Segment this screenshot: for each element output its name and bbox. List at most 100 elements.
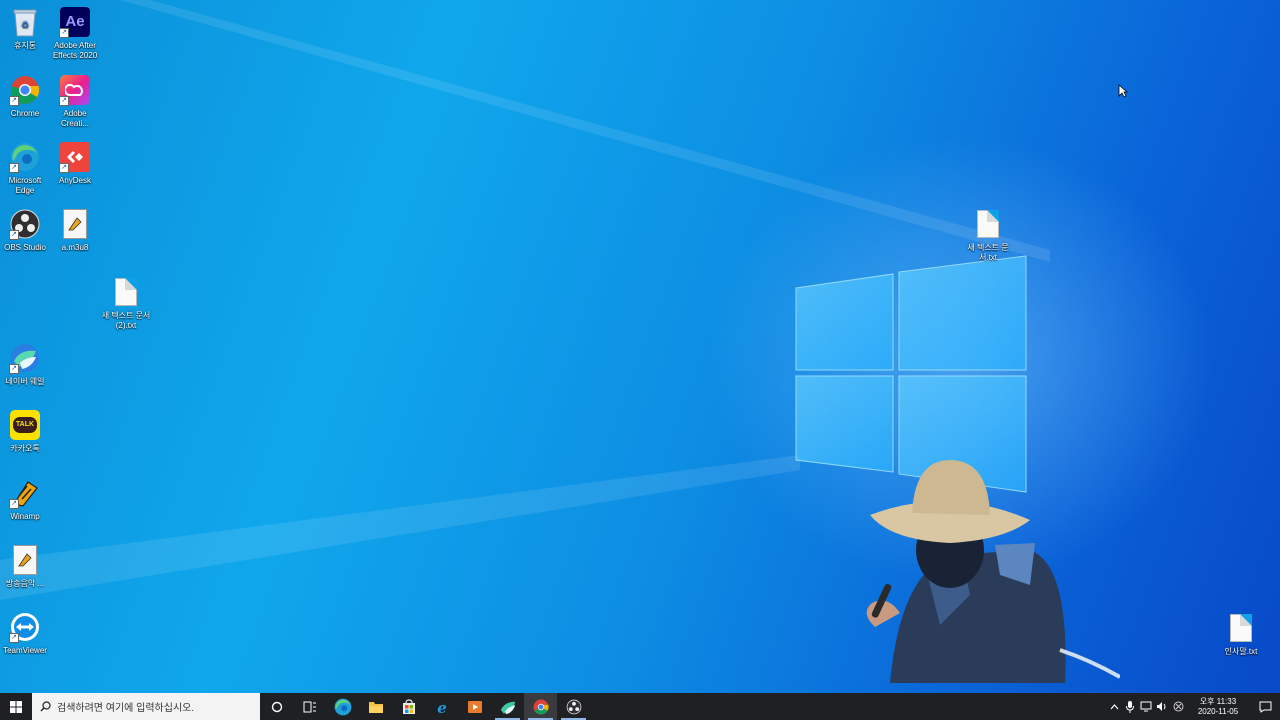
taskbar-whale[interactable] xyxy=(491,693,524,720)
desktop-icon-obs[interactable]: ↗ OBS Studio xyxy=(0,208,50,253)
text-file-icon xyxy=(110,276,142,308)
icon-label: 카카오톡 xyxy=(10,444,40,453)
desktop-icon-creative-cloud[interactable]: ↗ Adobe Creati... xyxy=(50,74,100,129)
shortcut-arrow-icon: ↗ xyxy=(9,364,19,374)
icon-label: Microsoft Edge xyxy=(8,176,42,195)
icon-label: TeamViewer xyxy=(3,646,47,655)
taskbar-media-player[interactable] xyxy=(458,693,491,720)
taskbar-search-box[interactable]: 검색하려면 여기에 입력하십시오. xyxy=(32,693,260,720)
edge-icon: ↗ xyxy=(9,141,41,173)
talk-logo-text: TALK xyxy=(12,417,38,433)
media-player-icon xyxy=(467,700,482,713)
shortcut-arrow-icon: ↗ xyxy=(9,633,19,643)
kakaotalk-icon: TALK xyxy=(9,409,41,441)
after-effects-icon: Ae ↗ xyxy=(59,6,91,38)
taskbar-ie[interactable]: e xyxy=(425,693,458,720)
volume-tray-button[interactable] xyxy=(1154,693,1170,720)
icon-label: Chrome xyxy=(10,109,40,118)
desktop-icon-whale[interactable]: ↗ 네이버 웨일 xyxy=(0,342,50,387)
icon-label: 새 텍스트 문서 (2).txt xyxy=(101,311,151,330)
icon-label: 휴지통 xyxy=(13,41,37,50)
show-hidden-icons-button[interactable] xyxy=(1106,693,1122,720)
taskbar: 검색하려면 여기에 입력하십시오. e 오후 11:33 2020-11-05 xyxy=(0,693,1280,720)
taskbar-edge[interactable] xyxy=(326,693,359,720)
chrome-icon xyxy=(533,699,549,714)
desktop-icon-teamviewer[interactable]: ↗ TeamViewer xyxy=(0,611,50,656)
volume-icon xyxy=(1157,702,1166,711)
blocked-status-icon xyxy=(1173,701,1183,712)
winamp-icon: ↗ xyxy=(9,477,41,509)
desktop-icon-new-text[interactable]: 새 텍스트 문서.txt xyxy=(963,208,1013,263)
icon-label: 새 텍스트 문서.txt xyxy=(967,243,1009,262)
obs-icon xyxy=(566,699,581,714)
search-icon xyxy=(40,701,51,712)
whale-icon xyxy=(500,701,515,714)
desktop-icon-winamp[interactable]: ↗ Winamp xyxy=(0,477,50,522)
store-icon xyxy=(402,698,415,714)
svg-text:♻: ♻ xyxy=(21,21,29,31)
icon-label: 인사말.txt xyxy=(1224,647,1258,656)
shortcut-arrow-icon: ↗ xyxy=(9,96,19,106)
network-tray-button[interactable] xyxy=(1138,693,1154,720)
desktop-icon-recycle-bin[interactable]: ♻ 휴지통 xyxy=(0,6,50,51)
system-tray: 오후 11:33 2020-11-05 xyxy=(1106,693,1280,720)
icon-label: 방송음악 ... xyxy=(5,579,45,588)
icon-label: AnyDesk xyxy=(58,176,91,185)
shortcut-arrow-icon: ↗ xyxy=(59,28,69,38)
chrome-icon: ↗ xyxy=(9,74,41,106)
playlist-file-icon xyxy=(9,544,41,576)
desktop-icon-after-effects[interactable]: Ae ↗ Adobe After Effects 2020 xyxy=(50,6,100,61)
text-file-icon xyxy=(972,208,1004,240)
desktop-icon-new-text-2[interactable]: 새 텍스트 문서 (2).txt xyxy=(101,276,151,331)
microphone-tray-button[interactable] xyxy=(1122,693,1138,720)
teamviewer-icon: ↗ xyxy=(9,611,41,643)
text-file-icon xyxy=(1225,612,1257,644)
taskbar-obs[interactable] xyxy=(557,693,590,720)
desktop-icon-m3u8[interactable]: a.m3u8 xyxy=(50,208,100,253)
icon-label: Winamp xyxy=(10,512,40,521)
taskbar-store[interactable] xyxy=(392,693,425,720)
desktop: ♻ 휴지통 Ae ↗ Adobe After Effects 2020 ↗ Ch… xyxy=(0,0,1280,693)
desktop-icon-greeting[interactable]: 인사말.txt xyxy=(1216,612,1266,657)
ie-icon: e xyxy=(437,699,447,715)
desktop-icon-chrome[interactable]: ↗ Chrome xyxy=(0,74,50,119)
shortcut-arrow-icon: ↗ xyxy=(9,499,19,509)
whale-icon: ↗ xyxy=(9,342,41,374)
desktop-icon-edge[interactable]: ↗ Microsoft Edge xyxy=(0,141,50,196)
network-icon xyxy=(1140,701,1152,712)
file-explorer-icon xyxy=(368,701,383,713)
status-tray-button[interactable] xyxy=(1170,693,1186,720)
desktop-icon-anydesk[interactable]: ↗ AnyDesk xyxy=(50,141,100,186)
task-view-button[interactable] xyxy=(293,693,326,720)
task-view-icon xyxy=(303,701,316,712)
clock-date: 2020-11-05 xyxy=(1197,706,1239,716)
clock-time: 오후 11:33 xyxy=(1199,696,1237,706)
webcam-overlay-person xyxy=(866,460,1120,683)
shortcut-arrow-icon: ↗ xyxy=(59,96,69,106)
creative-cloud-icon: ↗ xyxy=(59,74,91,106)
windows-logo-icon xyxy=(10,700,22,713)
cortana-icon xyxy=(271,701,282,712)
taskbar-chrome[interactable] xyxy=(524,693,557,720)
icon-label: 네이버 웨일 xyxy=(5,377,45,386)
obs-icon: ↗ xyxy=(9,208,41,240)
icon-label: Adobe Creati... xyxy=(60,109,89,128)
desktop-icon-broadcast-music[interactable]: 방송음악 ... xyxy=(0,544,50,589)
mouse-cursor-icon xyxy=(1118,84,1128,98)
svg-text:e: e xyxy=(437,699,447,715)
taskbar-clock[interactable]: 오후 11:33 2020-11-05 xyxy=(1190,697,1246,717)
cortana-button[interactable] xyxy=(260,693,293,720)
shortcut-arrow-icon: ↗ xyxy=(9,163,19,173)
recycle-bin-icon: ♻ xyxy=(9,6,41,38)
taskbar-file-explorer[interactable] xyxy=(359,693,392,720)
shortcut-arrow-icon: ↗ xyxy=(59,163,69,173)
action-center-button[interactable] xyxy=(1250,693,1280,720)
edge-icon xyxy=(334,698,351,715)
desktop-icon-kakaotalk[interactable]: TALK 카카오톡 xyxy=(0,409,50,454)
chevron-up-icon xyxy=(1110,703,1118,709)
icon-label: a.m3u8 xyxy=(61,243,89,252)
playlist-file-icon xyxy=(59,208,91,240)
anydesk-icon: ↗ xyxy=(59,141,91,173)
start-button[interactable] xyxy=(0,693,32,720)
shortcut-arrow-icon: ↗ xyxy=(9,230,19,240)
